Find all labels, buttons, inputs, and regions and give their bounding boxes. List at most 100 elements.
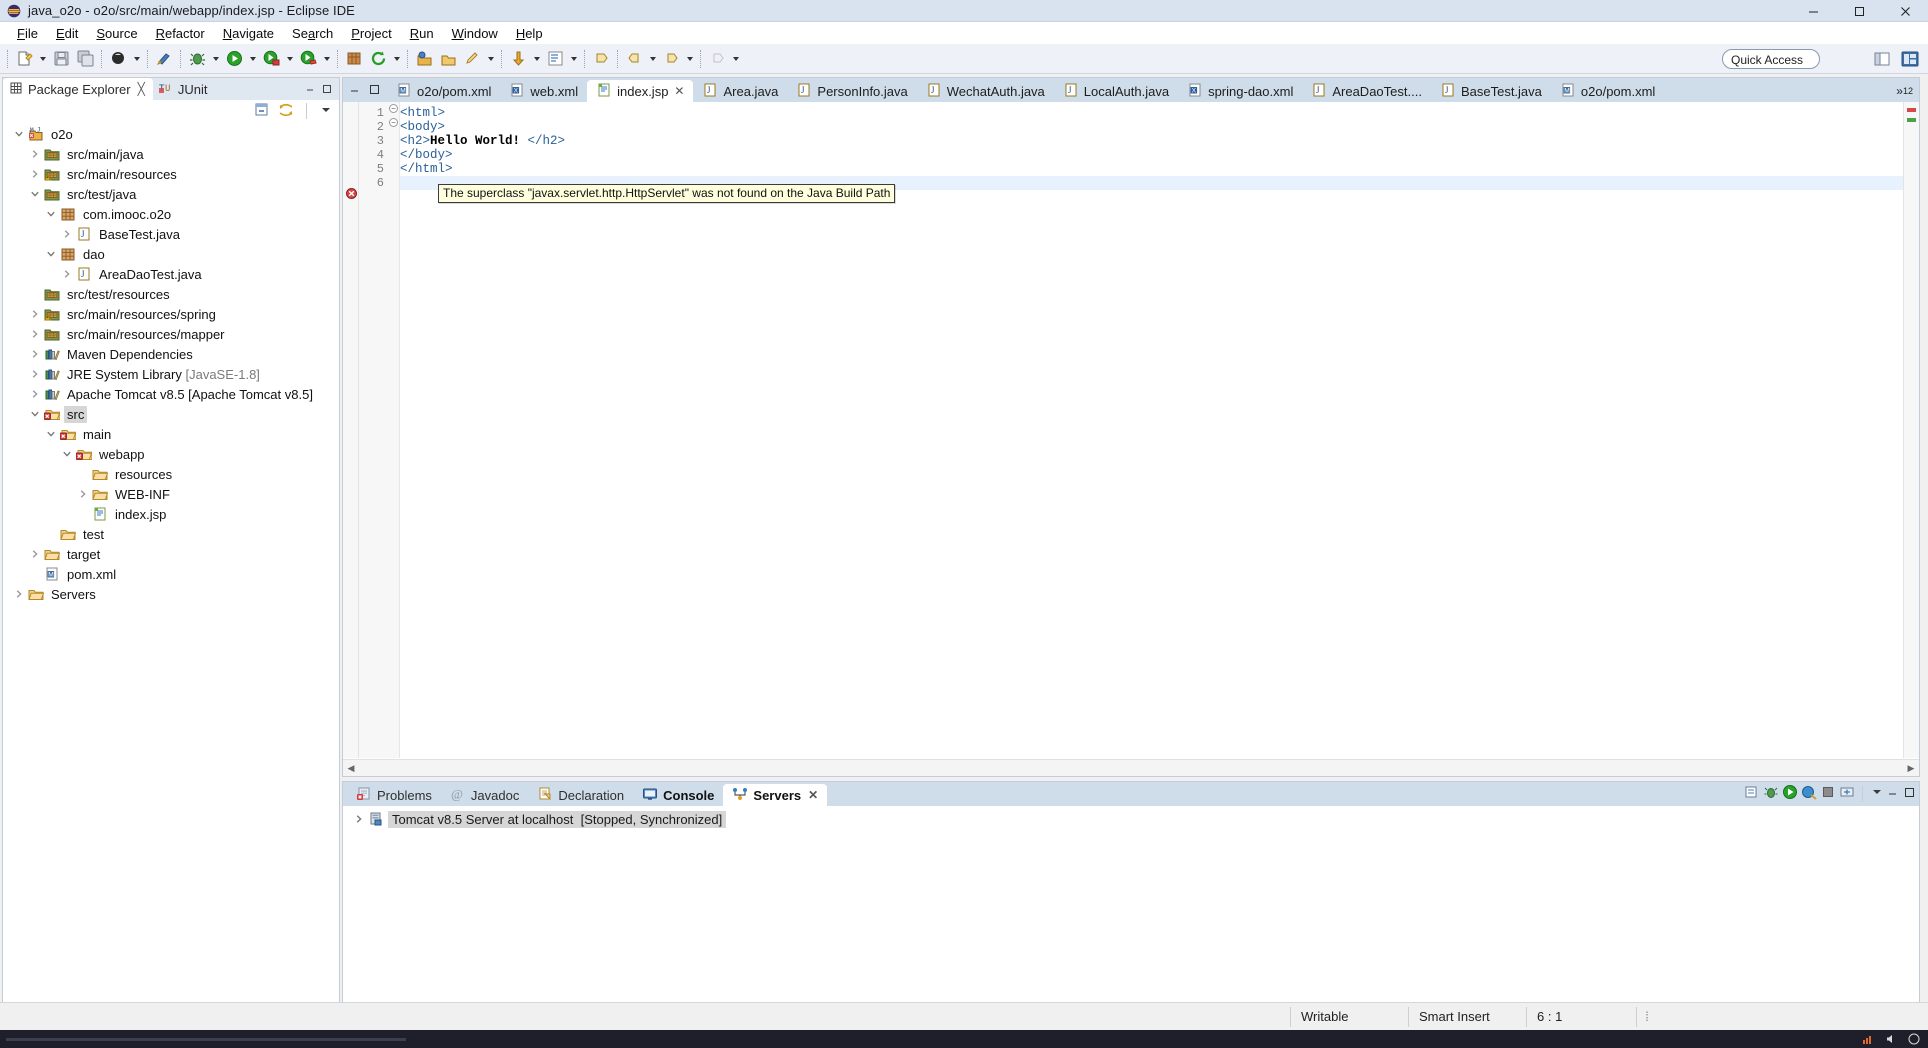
tree-item-src-test-resources[interactable]: src/test/resources xyxy=(3,284,339,304)
editor-tab-o2o-pom-xml[interactable]: Mo2o/pom.xml xyxy=(1551,80,1664,102)
tree-item-src-main-resources-mapper[interactable]: src/main/resources/mapper xyxy=(3,324,339,344)
code-line[interactable]: </html> xyxy=(400,162,1903,176)
tree-item-com-imooc-o2o[interactable]: com.imooc.o2o xyxy=(3,204,339,224)
chevron-right-icon[interactable] xyxy=(59,226,75,242)
tree-item-servers[interactable]: Servers xyxy=(3,584,339,604)
bottom-tab-declaration[interactable]: Declaration xyxy=(528,784,633,806)
debug-dropdown[interactable] xyxy=(209,47,222,71)
new-wizard-dropdown[interactable] xyxy=(36,47,49,71)
editor-tab-basetest-java[interactable]: J BaseTest.java xyxy=(1431,80,1551,102)
toggle-mark-occurrences-icon[interactable] xyxy=(152,47,176,71)
collapse-all-icon[interactable] xyxy=(254,102,270,121)
chevron-right-icon[interactable] xyxy=(27,546,43,562)
new-java-class-dropdown[interactable] xyxy=(130,47,143,71)
scroll-left-icon[interactable]: ◀ xyxy=(343,763,359,774)
editor-folding-bar[interactable]: − − xyxy=(387,102,400,758)
project-tree[interactable]: M J o2o src/main/java src/main/resources xyxy=(3,122,339,1014)
input-method-icon[interactable] xyxy=(1907,1033,1920,1046)
bottom-tab-problems[interactable]: Problems xyxy=(347,784,441,806)
ruler-error-mark[interactable] xyxy=(1907,108,1916,112)
chevron-right-icon[interactable] xyxy=(27,326,43,342)
tree-item-basetest-java[interactable]: J BaseTest.java xyxy=(3,224,339,244)
forward-icon[interactable] xyxy=(659,47,683,71)
minimize-view-icon[interactable] xyxy=(303,81,319,97)
server-entry[interactable]: Tomcat v8.5 Server at localhost [Stopped… xyxy=(343,809,1919,829)
fold-toggle-icon[interactable]: − xyxy=(387,116,399,130)
view-menu-icon[interactable] xyxy=(1870,785,1884,802)
forward-dropdown[interactable] xyxy=(683,47,696,71)
editor-body[interactable]: 123456 − − <html> <body> <h2>Hello World! <… xyxy=(343,102,1919,776)
editor-marker-bar[interactable] xyxy=(343,102,359,758)
tree-item-target[interactable]: target xyxy=(3,544,339,564)
chevron-right-icon[interactable] xyxy=(27,386,43,402)
open-perspective-icon[interactable] xyxy=(1870,47,1894,71)
maximize-icon[interactable] xyxy=(368,83,381,99)
menu-help[interactable]: Help xyxy=(507,24,552,43)
publish-server-icon[interactable] xyxy=(1839,784,1855,803)
restore-icon[interactable] xyxy=(349,83,362,99)
last-edit-location-icon[interactable] xyxy=(589,47,613,71)
minimize-view-icon[interactable] xyxy=(1887,786,1900,802)
editor-tab-localauth-java[interactable]: J LocalAuth.java xyxy=(1054,80,1178,102)
maximize-button[interactable] xyxy=(1836,0,1882,22)
tree-item-test[interactable]: test xyxy=(3,524,339,544)
tree-item-src-main-java[interactable]: src/main/java xyxy=(3,144,339,164)
next-annotation-icon[interactable] xyxy=(506,47,530,71)
menu-edit[interactable]: Edit xyxy=(47,24,87,43)
editor-tab-index-jsp[interactable]: index.jsp ✕ xyxy=(587,80,694,102)
chevron-down-icon[interactable] xyxy=(27,406,43,422)
view-menu-icon[interactable] xyxy=(319,103,333,120)
scroll-right-icon[interactable]: ▶ xyxy=(1903,763,1919,774)
debug-icon[interactable] xyxy=(185,47,209,71)
back-icon[interactable] xyxy=(622,47,646,71)
start-server-icon[interactable] xyxy=(1782,784,1798,803)
tree-item-apache-tomcat-v8-5-apache-tomcat-v8-5-[interactable]: Apache Tomcat v8.5 [Apache Tomcat v8.5] xyxy=(3,384,339,404)
chevron-down-icon[interactable] xyxy=(59,446,75,462)
bottom-tab-console[interactable]: Console xyxy=(633,784,723,806)
editor-tab-overflow[interactable]: » 12 xyxy=(1892,84,1919,102)
save-all-icon[interactable] xyxy=(73,47,97,71)
menu-navigate[interactable]: Navigate xyxy=(214,24,283,43)
editor-tab-o2o-pom-xml[interactable]: Mo2o/pom.xml xyxy=(387,80,500,102)
tree-item-src[interactable]: src xyxy=(3,404,339,424)
chevron-right-icon[interactable] xyxy=(75,486,91,502)
menu-run[interactable]: Run xyxy=(401,24,443,43)
chevron-down-icon[interactable] xyxy=(43,426,59,442)
code-line[interactable]: </body> xyxy=(400,148,1903,162)
tree-item-maven-dependencies[interactable]: Maven Dependencies xyxy=(3,344,339,364)
debug-server-icon[interactable] xyxy=(1763,784,1779,803)
editor-tab-web-xml[interactable]: Xweb.xml xyxy=(500,80,587,102)
status-resize-grip[interactable]: ⁞ xyxy=(1636,1006,1657,1027)
chevron-right-icon[interactable] xyxy=(27,366,43,382)
tab-junit[interactable]: T U JUnit xyxy=(153,78,216,100)
run-as-server-icon[interactable] xyxy=(259,47,283,71)
bottom-tab-javadoc[interactable]: @ Javadoc xyxy=(441,784,528,806)
editor-overview-ruler[interactable] xyxy=(1903,102,1919,758)
menu-refactor[interactable]: Refactor xyxy=(147,24,214,43)
previous-annotation-icon[interactable] xyxy=(543,47,567,71)
external-tools-dropdown[interactable] xyxy=(320,47,333,71)
bottom-tab-servers[interactable]: Servers ✕ xyxy=(723,784,828,806)
profile-server-icon[interactable] xyxy=(1801,784,1817,803)
refresh-dropdown[interactable] xyxy=(390,47,403,71)
tree-item-src-main-resources-spring[interactable]: src/main/resources/spring xyxy=(3,304,339,324)
network-icon[interactable] xyxy=(1861,1033,1874,1046)
tree-item-areadaotest-java[interactable]: J AreaDaoTest.java xyxy=(3,264,339,284)
chevron-down-icon[interactable] xyxy=(43,246,59,262)
edit-dropdown[interactable] xyxy=(484,47,497,71)
minimize-button[interactable] xyxy=(1790,0,1836,22)
tree-item-resources[interactable]: resources xyxy=(3,464,339,484)
new-server-icon[interactable] xyxy=(1744,784,1760,803)
chevron-right-icon[interactable] xyxy=(27,346,43,362)
tree-item-main[interactable]: main xyxy=(3,424,339,444)
maximize-view-icon[interactable] xyxy=(1903,786,1916,802)
code-line[interactable]: <html> xyxy=(400,106,1903,120)
run-dropdown[interactable] xyxy=(246,47,259,71)
code-line[interactable]: <body> xyxy=(400,120,1903,134)
code-line[interactable]: <h2>Hello World! </h2> xyxy=(400,134,1903,148)
quick-access-input[interactable]: Quick Access xyxy=(1722,49,1820,69)
open-task-icon[interactable] xyxy=(436,47,460,71)
close-button[interactable] xyxy=(1882,0,1928,22)
chevron-right-icon[interactable] xyxy=(27,146,43,162)
previous-annotation-dropdown[interactable] xyxy=(567,47,580,71)
